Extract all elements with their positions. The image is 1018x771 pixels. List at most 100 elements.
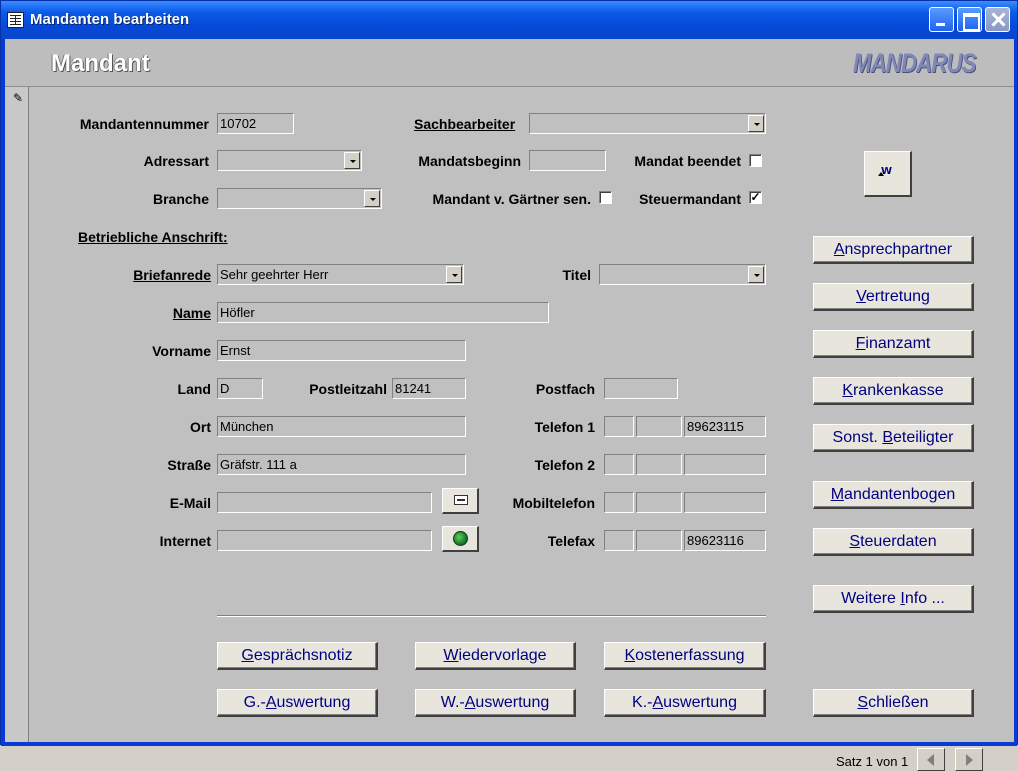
- telefon1-country-field[interactable]: [604, 416, 634, 437]
- form-icon: [7, 12, 24, 28]
- schliessen-button[interactable]: Schließen: [813, 689, 974, 717]
- minimize-button[interactable]: [929, 7, 954, 32]
- telefon1-area-field[interactable]: [636, 416, 682, 437]
- mandatsbeginn-field[interactable]: [529, 150, 606, 171]
- internet-label: Internet: [159, 533, 211, 549]
- briefanrede-combo[interactable]: Sehr geehrter Herr: [217, 264, 464, 285]
- email-field[interactable]: [217, 492, 432, 513]
- g-auswertung-button[interactable]: G.-Auswertung: [217, 689, 378, 717]
- land-field[interactable]: D: [217, 378, 263, 399]
- adressart-combo[interactable]: [217, 150, 362, 171]
- next-record-button[interactable]: [955, 748, 983, 771]
- sonst-beteiligter-button[interactable]: Sonst. Beteiligter: [813, 424, 974, 452]
- page-title: Mandant: [51, 50, 150, 77]
- kostenerfassung-button[interactable]: Kostenerfassung: [604, 642, 766, 670]
- steuerdaten-button[interactable]: Steuerdaten: [813, 528, 974, 556]
- telefon2-area-field[interactable]: [636, 454, 682, 475]
- telefon2-country-field[interactable]: [604, 454, 634, 475]
- maximize-button[interactable]: [957, 7, 982, 32]
- krankenkasse-button[interactable]: Krankenkasse: [813, 377, 974, 405]
- telefon2-label: Telefon 2: [534, 457, 595, 473]
- ort-label: Ort: [190, 419, 211, 435]
- open-website-button[interactable]: [442, 526, 479, 552]
- mobiltelefon-number-field[interactable]: [684, 492, 766, 513]
- telefax-country-field[interactable]: [604, 530, 634, 551]
- weitere-info-button[interactable]: Weitere Info ...: [813, 585, 974, 613]
- vorname-label: Vorname: [152, 343, 211, 359]
- chevron-down-icon[interactable]: [446, 266, 462, 283]
- separator-line: [217, 615, 766, 617]
- postfach-label: Postfach: [535, 381, 595, 397]
- form-header: Mandant MANDARUS: [5, 39, 1014, 87]
- steuermandant-checkbox[interactable]: ✓: [749, 191, 762, 204]
- postfach-field[interactable]: [604, 378, 678, 399]
- telefax-area-field[interactable]: [636, 530, 682, 551]
- chevron-down-icon[interactable]: [748, 115, 764, 132]
- mandant-gaertner-checkbox[interactable]: [599, 191, 612, 204]
- mobiltelefon-area-field[interactable]: [636, 492, 682, 513]
- internet-field[interactable]: [217, 530, 432, 551]
- telefon2-number-field[interactable]: [684, 454, 766, 475]
- chevron-down-icon[interactable]: [344, 152, 360, 169]
- chevron-down-icon[interactable]: [364, 190, 380, 207]
- ansprechpartner-button[interactable]: Ansprechpartner: [813, 236, 974, 264]
- chevron-down-icon[interactable]: [748, 266, 764, 283]
- mandat-beendet-checkbox[interactable]: [749, 154, 762, 167]
- mobiltelefon-country-field[interactable]: [604, 492, 634, 513]
- titel-combo[interactable]: [599, 264, 766, 285]
- briefanrede-value: Sehr geehrter Herr: [220, 267, 329, 282]
- vorname-field[interactable]: Ernst: [217, 340, 466, 361]
- mandantenbogen-button[interactable]: Mandantenbogen: [813, 481, 974, 509]
- window-frame-bottom: [1, 742, 1017, 746]
- name-field[interactable]: Höfler: [217, 302, 549, 323]
- telefon1-label: Telefon 1: [534, 419, 595, 435]
- mandantennummer-label: Mandantennummer: [79, 116, 209, 132]
- globe-icon: [453, 531, 468, 546]
- branche-label: Branche: [152, 191, 209, 207]
- strasse-field[interactable]: Gräfstr. 111 a: [217, 454, 466, 475]
- wiedervorlage-button[interactable]: Wiedervorlage: [415, 642, 576, 670]
- sachbearbeiter-label[interactable]: Sachbearbeiter: [414, 116, 515, 132]
- mandat-beendet-label: Mandat beendet: [634, 153, 741, 169]
- land-label: Land: [177, 381, 211, 397]
- gespraechsnotiz-button[interactable]: Gesprächsnotiz: [217, 642, 378, 670]
- postleitzahl-field[interactable]: 81241: [392, 378, 466, 399]
- k-auswertung-button[interactable]: K.-Auswertung: [604, 689, 766, 717]
- strasse-label: Straße: [167, 457, 211, 473]
- w-auswertung-button[interactable]: W.-Auswertung: [415, 689, 576, 717]
- adressart-label: Adressart: [143, 153, 209, 169]
- record-counter: Satz 1 von 1: [836, 754, 909, 769]
- window-title: Mandanten bearbeiten: [30, 11, 190, 28]
- mandatsbeginn-label: Mandatsbeginn: [418, 153, 521, 169]
- mandant-gaertner-label: Mandant v. Gärtner sen.: [432, 191, 591, 207]
- telefax-label: Telefax: [547, 533, 595, 549]
- mandantennummer-field[interactable]: 10702: [217, 113, 294, 134]
- title-bar[interactable]: Mandanten bearbeiten: [1, 1, 1017, 39]
- form-detail: Mandantennummer 10702 Sachbearbeiter Adr…: [29, 87, 1014, 771]
- mobiltelefon-label: Mobiltelefon: [512, 495, 595, 511]
- telefon1-number-field[interactable]: 89623115: [684, 416, 766, 437]
- mail-icon: [454, 495, 468, 505]
- pencil-icon: ✎: [13, 91, 24, 105]
- sachbearbeiter-combo[interactable]: [529, 113, 766, 134]
- titel-label: Titel: [562, 267, 591, 283]
- ort-field[interactable]: München: [217, 416, 466, 437]
- briefanrede-label[interactable]: Briefanrede: [29, 267, 211, 283]
- form-client-area: Mandant MANDARUS ✎ Mandantennummer 10702…: [5, 39, 1014, 771]
- send-email-button[interactable]: [442, 488, 479, 514]
- section-heading: Betriebliche Anschrift:: [78, 229, 228, 245]
- branche-combo[interactable]: [217, 188, 382, 209]
- close-button[interactable]: [985, 7, 1010, 32]
- vertretung-button[interactable]: Vertretung: [813, 283, 974, 311]
- record-selector[interactable]: ✎: [5, 87, 29, 742]
- brand-logo: MANDARUS: [853, 48, 976, 78]
- word-export-button[interactable]: W: [864, 151, 912, 197]
- telefax-number-field[interactable]: 89623116: [684, 530, 766, 551]
- email-label: E-Mail: [169, 495, 211, 511]
- name-label[interactable]: Name: [29, 305, 211, 321]
- finanzamt-button[interactable]: Finanzamt: [813, 330, 974, 358]
- window: Mandanten bearbeiten Mandant MANDARUS ✎ …: [0, 0, 1018, 771]
- word-icon: W: [877, 166, 893, 177]
- previous-record-button[interactable]: [917, 748, 945, 771]
- steuermandant-label: Steuermandant: [639, 191, 741, 207]
